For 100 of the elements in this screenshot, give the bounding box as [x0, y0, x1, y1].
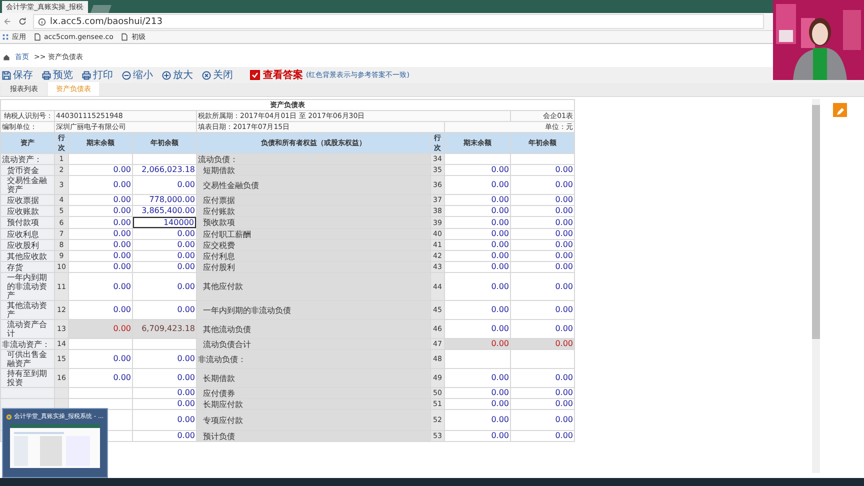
table-cell: 0.00 — [510, 300, 574, 320]
save-icon — [2, 70, 11, 80]
pencil-icon — [835, 107, 845, 117]
table-cell: 0.00 — [132, 250, 196, 262]
row-label: 应付账款 — [196, 206, 430, 216]
page-icon — [121, 33, 128, 41]
table-cell: 0.00 — [510, 368, 574, 388]
table-cell: 0.00 — [510, 228, 574, 240]
row-label: 应收账款 — [0, 206, 54, 216]
row-label: 流动负债合计 — [196, 338, 430, 350]
table-cell: 0.00 — [510, 250, 574, 262]
table-cell: 6,709,423.18 — [132, 320, 196, 338]
row-label: 一年内到期的非流动资产 — [0, 272, 54, 300]
row-label: 流动负债： — [196, 154, 430, 164]
row-label: 非流动资产： — [0, 338, 54, 350]
table-cell: 0.00 — [444, 368, 510, 388]
table-cell: 0.00 — [444, 240, 510, 250]
table-cell: 0.00 — [444, 216, 510, 228]
table-cell: 0.00 — [510, 262, 574, 272]
row-label: 可供出售金融资产 — [0, 350, 54, 368]
zoom-out-icon — [122, 70, 131, 80]
answer-checkbox[interactable]: 查看答案 — [250, 68, 303, 82]
table-cell: 0.00 — [68, 350, 132, 368]
checkbox[interactable] — [250, 70, 260, 80]
row-label: 其他流动负债 — [196, 320, 430, 338]
row-label: 应付利息 — [196, 250, 430, 262]
table-cell: 0.00 — [68, 164, 132, 176]
row-label: 交易性金融负债 — [196, 176, 430, 194]
table-cell: 0.00 — [444, 194, 510, 206]
table-cell: 0.00 — [510, 272, 574, 300]
row-label: 预计负债 — [196, 430, 430, 442]
table-cell: 0.00 — [132, 398, 196, 410]
table-cell: 0.00 — [510, 240, 574, 250]
table-cell: 0.00 — [68, 194, 132, 206]
toolbar-button[interactable]: 保存 — [2, 68, 33, 82]
table-cell: 0.00 — [444, 250, 510, 262]
row-label: 存货 — [0, 262, 54, 272]
row-label: 专项应付款 — [196, 410, 430, 430]
table-cell: 0.00 — [444, 300, 510, 320]
amount-input[interactable]: 140000 — [133, 217, 196, 228]
row-label: 应收利息 — [0, 228, 54, 240]
row-label: 应付票据 — [196, 194, 430, 206]
printer-icon — [82, 70, 91, 80]
table-cell: 0.00 — [444, 164, 510, 176]
table-cell: 0.00 — [510, 216, 574, 228]
row-label: 短期借款 — [196, 164, 430, 176]
back-icon[interactable] — [3, 17, 12, 26]
table-cell: 0.00 — [68, 320, 132, 338]
apps-icon — [2, 33, 9, 41]
printer-icon — [42, 70, 51, 80]
table-cell: 0.00 — [68, 206, 132, 216]
row-label: 其他应收款 — [0, 250, 54, 262]
table-cell: 0.00 — [444, 410, 510, 430]
row-label: 流动资产： — [0, 154, 54, 164]
table-cell: 0.00 — [444, 262, 510, 272]
table-cell: 0.00 — [68, 216, 132, 228]
toolbar-button[interactable]: 打印 — [82, 68, 113, 82]
zoom-in-icon — [162, 70, 171, 80]
table-cell: 0.00 — [132, 228, 196, 240]
row-label: 应付债券 — [196, 388, 430, 398]
table-cell: 0.00 — [510, 206, 574, 216]
table-cell: 0.00 — [132, 240, 196, 250]
home-icon — [3, 54, 10, 60]
table-cell: 0.00 — [510, 430, 574, 442]
row-label: 交易性金融资产 — [0, 176, 54, 194]
table-cell: 0.00 — [444, 388, 510, 398]
table-cell: 778,000.00 — [132, 194, 196, 206]
row-label: 应收票据 — [0, 194, 54, 206]
new-tab-button[interactable] — [90, 5, 112, 13]
table-cell: 0.00 — [444, 206, 510, 216]
row-label: 应收股利 — [0, 240, 54, 250]
table-cell: 0.00 — [132, 262, 196, 272]
table-cell: 0.00 — [510, 410, 574, 430]
row-label: 长期应付款 — [196, 398, 430, 410]
row-label: 货币资金 — [0, 164, 54, 176]
reload-icon[interactable] — [18, 17, 27, 26]
edit-button[interactable] — [833, 103, 847, 117]
row-label: 流动资产合计 — [0, 320, 54, 338]
table-cell: 0.00 — [444, 430, 510, 442]
row-label: 持有至到期投资 — [0, 368, 54, 388]
row-label: 非流动负债： — [196, 350, 430, 368]
toolbar-button[interactable]: 缩小 — [122, 68, 153, 82]
table-cell: 0.00 — [68, 176, 132, 194]
table-cell: 0.00 — [444, 228, 510, 240]
table-cell: 0.00 — [68, 368, 132, 388]
table-cell: 0.00 — [68, 228, 132, 240]
row-label: 预收款项 — [196, 216, 430, 228]
row-label: 其他应付款 — [196, 272, 430, 300]
table-cell: 2,066,023.18 — [132, 164, 196, 176]
row-label: 其他流动资产 — [0, 300, 54, 320]
toolbar-button[interactable]: 预览 — [42, 68, 73, 82]
table-cell: 0.00 — [510, 164, 574, 176]
scrollbar[interactable] — [812, 99, 820, 473]
toolbar-button[interactable]: 关闭 — [202, 68, 233, 82]
row-label: 一年内到期的非流动负债 — [196, 300, 430, 320]
table-cell: 0.00 — [444, 398, 510, 410]
table-cell: 0.00 — [68, 262, 132, 272]
toolbar-button[interactable]: 放大 — [162, 68, 193, 82]
table-cell: 0.00 — [510, 176, 574, 194]
address-field[interactable]: lx.acc5.com/baoshui/213 — [33, 14, 764, 29]
